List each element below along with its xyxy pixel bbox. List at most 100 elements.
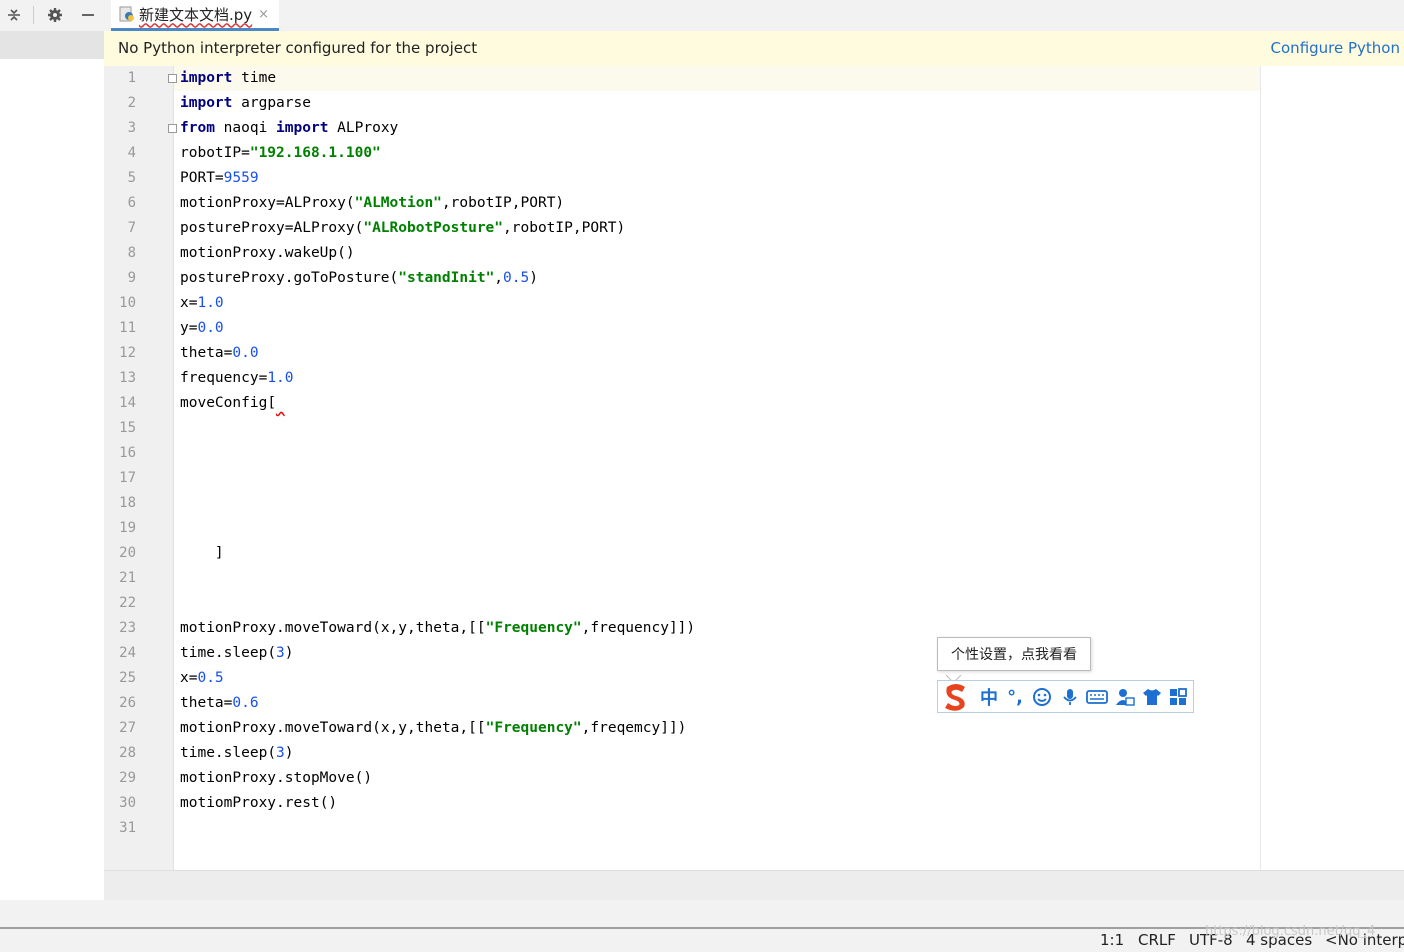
code-line[interactable]: moveConfig[ <box>180 391 285 416</box>
code-token: PORT <box>581 220 617 236</box>
line-number: 20 <box>119 545 136 561</box>
error-squiggle <box>276 395 285 411</box>
configure-python-link[interactable]: Configure Python <box>1271 39 1400 57</box>
code-token: ALProxy <box>337 120 399 136</box>
number-literal: 1.0 <box>197 295 224 311</box>
code-token: () <box>319 795 338 811</box>
string-literal: "standInit" <box>398 270 495 286</box>
code-line[interactable]: theta=0.0 <box>180 341 259 366</box>
code-token: time <box>241 70 277 86</box>
ime-mode-toggle[interactable]: 中 <box>978 687 1000 709</box>
close-tab-icon[interactable]: × <box>258 7 269 22</box>
code-token: y <box>398 720 408 736</box>
number-literal: 1.0 <box>267 370 294 386</box>
code-line[interactable]: time.sleep(3) <box>180 641 294 666</box>
keyword: import <box>276 120 329 136</box>
keyword: import <box>180 95 233 111</box>
line-number: 3 <box>127 120 136 136</box>
code-token: moveToward <box>284 720 373 736</box>
number-literal: 0.0 <box>232 345 259 361</box>
code-token: sleep <box>223 645 268 661</box>
toolbox-grid-icon[interactable] <box>1167 687 1189 707</box>
code-line[interactable]: ] <box>180 541 224 566</box>
code-token: PORT <box>520 195 556 211</box>
user-tools-icon[interactable] <box>1114 687 1136 707</box>
code-line[interactable]: y=0.0 <box>180 316 224 341</box>
fold-marker-icon[interactable] <box>168 124 177 133</box>
keyboard-icon[interactable] <box>1086 687 1108 707</box>
number-literal: 3 <box>276 745 285 761</box>
editor-tab-file[interactable]: 新建文本文档.py × <box>111 0 279 31</box>
code-token: . <box>276 245 285 261</box>
code-token: frequency <box>180 370 259 386</box>
code-editor[interactable] <box>174 66 1404 870</box>
code-line[interactable]: time.sleep(3) <box>180 741 294 766</box>
minimize-icon[interactable] <box>77 4 99 26</box>
ime-punctuation-toggle[interactable]: °, <box>1004 687 1026 708</box>
code-token: = <box>276 195 285 211</box>
caret-position[interactable]: 1:1 <box>1100 931 1124 949</box>
code-line[interactable]: from naoqi import ALProxy <box>180 116 398 141</box>
code-token: ,[[ <box>459 720 486 736</box>
watermark-text: https://blog.csdn.net/qq_4 <box>1205 924 1376 939</box>
gear-icon[interactable] <box>44 4 66 26</box>
code-token: . <box>214 745 224 761</box>
code-line[interactable]: x=0.5 <box>180 666 224 691</box>
code-token: ] <box>180 545 224 561</box>
number-literal: 0.0 <box>197 320 224 336</box>
code-line[interactable]: theta=0.6 <box>180 691 259 716</box>
code-line[interactable]: import argparse <box>180 91 311 116</box>
code-line[interactable]: motionProxy.wakeUp() <box>180 241 355 266</box>
code-token: motionProxy <box>180 770 277 786</box>
code-line[interactable]: motionProxy=ALProxy("ALMotion",robotIP,P… <box>180 191 564 216</box>
emoji-icon[interactable] <box>1031 687 1053 707</box>
line-number: 27 <box>119 720 136 736</box>
line-number: 29 <box>119 770 136 786</box>
code-line[interactable]: motionProxy.stopMove() <box>180 766 372 791</box>
line-number: 1 <box>127 70 136 86</box>
code-token: y <box>398 620 408 636</box>
string-literal: "Frequency" <box>485 620 582 636</box>
line-number: 16 <box>119 445 136 461</box>
code-token: postureProxy <box>180 270 285 286</box>
code-line[interactable]: PORT=9559 <box>180 166 259 191</box>
keyword: import <box>180 70 233 86</box>
microphone-icon[interactable] <box>1059 687 1081 707</box>
line-number: 28 <box>119 745 136 761</box>
code-line[interactable]: postureProxy=ALProxy("ALRobotPosture",ro… <box>180 216 625 241</box>
code-token: ) <box>555 195 565 211</box>
code-token: ) <box>284 745 294 761</box>
code-line[interactable]: import time <box>180 66 276 91</box>
code-line[interactable]: motionProxy.moveToward(x,y,theta,[["Freq… <box>180 616 695 641</box>
fold-marker-icon[interactable] <box>168 74 177 83</box>
line-number: 31 <box>119 820 136 836</box>
line-number: 5 <box>127 170 136 186</box>
line-number: 11 <box>119 320 136 336</box>
code-token: x <box>380 720 390 736</box>
code-token: x <box>380 620 390 636</box>
code-line[interactable]: frequency=1.0 <box>180 366 294 391</box>
line-separator[interactable]: CRLF <box>1138 931 1176 949</box>
code-line[interactable]: postureProxy.goToPosture("standInit",0.5… <box>180 266 538 291</box>
sogou-logo-icon[interactable] <box>939 681 973 713</box>
code-token: . <box>284 270 294 286</box>
ime-tooltip[interactable]: 个性设置，点我看看 <box>937 637 1091 671</box>
code-token: [ <box>267 395 277 411</box>
code-line[interactable]: robotIP="192.168.1.100" <box>180 141 381 166</box>
code-line[interactable]: motionProxy.moveToward(x,y,theta,[["Freq… <box>180 716 686 741</box>
code-token: ) <box>616 220 626 236</box>
skin-shirt-icon[interactable] <box>1141 687 1163 707</box>
line-number: 15 <box>119 420 136 436</box>
string-literal: "ALRobotPosture" <box>363 220 504 236</box>
code-line[interactable]: motiomProxy.rest() <box>180 791 337 816</box>
code-token: stopMove <box>284 770 355 786</box>
string-literal: "ALMotion" <box>354 195 442 211</box>
code-token: y <box>180 320 189 336</box>
collapse-all-icon[interactable] <box>3 4 25 26</box>
code-token: sleep <box>223 745 268 761</box>
right-margin-guide <box>1260 66 1261 870</box>
code-line[interactable]: x=1.0 <box>180 291 224 316</box>
